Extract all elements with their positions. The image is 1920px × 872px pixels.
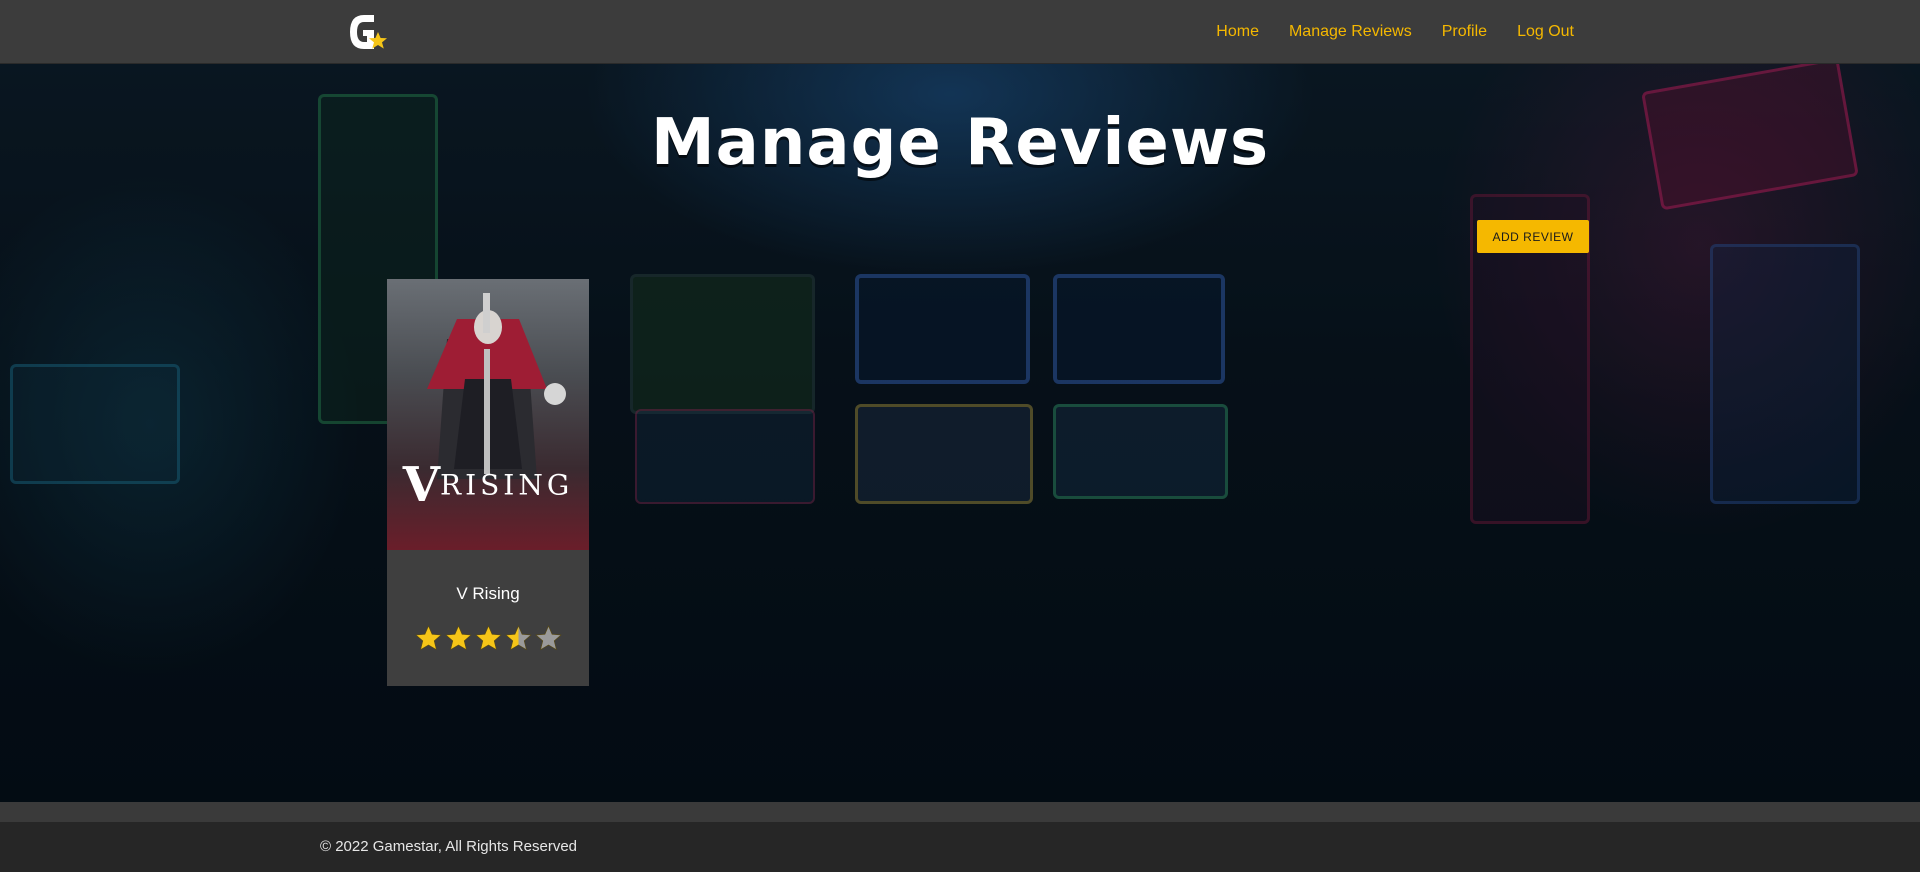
star-icon bbox=[414, 625, 442, 651]
footer: © 2022 Gamestar, All Rights Reserved bbox=[0, 822, 1920, 872]
footer-stripe bbox=[0, 802, 1920, 822]
star-icon bbox=[444, 625, 472, 651]
footer-copyright: © 2022 Gamestar, All Rights Reserved bbox=[320, 838, 578, 855]
game-cover-image: VRISING bbox=[387, 279, 589, 550]
nav-link-log-out[interactable]: Log Out bbox=[1517, 23, 1574, 41]
page-title: Manage Reviews bbox=[650, 106, 1270, 180]
star-icon bbox=[474, 625, 502, 651]
star-rating bbox=[387, 624, 589, 653]
review-game-title: V Rising bbox=[456, 584, 520, 603]
hero-section: Manage Reviews ADD REVIEW VRISING V Risi… bbox=[0, 64, 1920, 802]
review-card[interactable]: VRISING V Rising bbox=[387, 279, 589, 686]
cover-logo-v: V bbox=[402, 457, 440, 513]
star-icon bbox=[534, 625, 562, 651]
star-icon bbox=[504, 625, 532, 651]
gamestar-logo[interactable] bbox=[344, 12, 390, 54]
gamestar-logo-icon bbox=[350, 15, 387, 49]
nav-links: Home Manage Reviews Profile Log Out bbox=[1216, 0, 1574, 64]
cover-logo: VRISING bbox=[387, 457, 589, 513]
nav-link-profile[interactable]: Profile bbox=[1442, 23, 1487, 41]
nav-link-home[interactable]: Home bbox=[1216, 23, 1259, 41]
navbar: Home Manage Reviews Profile Log Out bbox=[0, 0, 1920, 64]
add-review-button[interactable]: ADD REVIEW bbox=[1477, 220, 1589, 253]
cover-logo-text: RISING bbox=[439, 468, 574, 502]
nav-link-manage-reviews[interactable]: Manage Reviews bbox=[1289, 23, 1412, 41]
